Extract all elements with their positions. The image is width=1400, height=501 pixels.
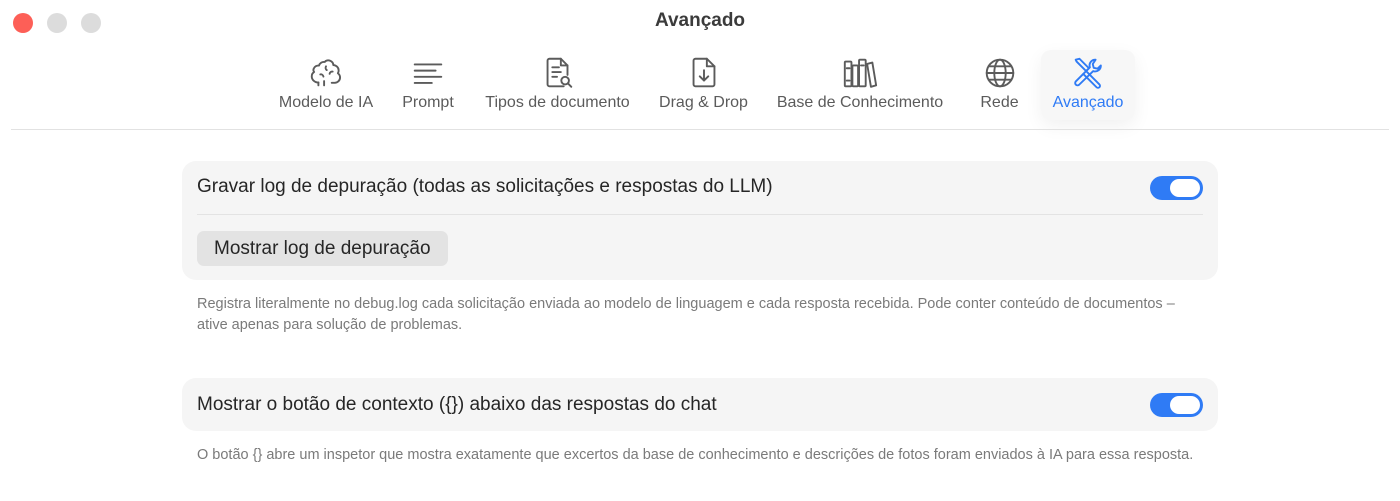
globe-icon (981, 53, 1019, 93)
document-search-icon (539, 53, 577, 93)
tab-rede[interactable]: Rede (972, 50, 1027, 120)
debug-log-help-text: Registra literalmente no debug.log cada … (197, 296, 1175, 333)
brain-icon (307, 53, 345, 93)
tab-label: Modelo de IA (278, 94, 374, 111)
window-title: Avançado (654, 10, 746, 31)
books-icon (841, 53, 879, 93)
tab-label: Avançado (1052, 94, 1124, 111)
show-debug-log-button[interactable]: Mostrar log de depuração (197, 231, 448, 266)
debug-log-section: Gravar log de depuração (todas as solici… (182, 161, 1218, 280)
section-divider (197, 214, 1203, 215)
tab-base-de-conhecimento[interactable]: Base de Conhecimento (766, 50, 954, 120)
text-lines-icon (409, 53, 447, 93)
tab-tipos-de-documento[interactable]: Tipos de documento (474, 50, 641, 120)
tab-label: Base de Conhecimento (776, 94, 944, 111)
tab-drag-drop[interactable]: Drag & Drop (651, 50, 756, 120)
document-download-icon (685, 53, 723, 93)
context-button-help-text: O botão {} abre um inspetor que mostra e… (197, 447, 1194, 463)
debug-log-toggle[interactable] (1150, 176, 1203, 200)
preferences-toolbar: Modelo de IA Prompt Tipos de documento D… (0, 50, 1400, 122)
debug-log-toggle-label: Gravar log de depuração (todas as solici… (197, 176, 773, 197)
tab-label: Drag & Drop (659, 94, 748, 111)
preferences-window: Avançado Modelo de IA Prompt Tipos de do… (0, 0, 1400, 501)
tab-label: Prompt (402, 94, 454, 111)
context-button-toggle-label: Mostrar o botão de contexto ({}) abaixo … (197, 394, 717, 415)
tab-label: Rede (980, 94, 1019, 111)
context-button-toggle[interactable] (1150, 393, 1203, 417)
toggle-knob (1170, 179, 1200, 197)
tab-prompt[interactable]: Prompt (393, 50, 463, 120)
toggle-knob (1170, 396, 1200, 414)
wrench-screwdriver-icon (1069, 53, 1107, 93)
tab-modelo-de-ia[interactable]: Modelo de IA (270, 50, 382, 120)
context-button-section: Mostrar o botão de contexto ({}) abaixo … (182, 378, 1218, 431)
tab-label: Tipos de documento (485, 94, 630, 111)
toolbar-divider (11, 129, 1389, 130)
tab-avancado[interactable]: Avançado (1041, 50, 1135, 120)
